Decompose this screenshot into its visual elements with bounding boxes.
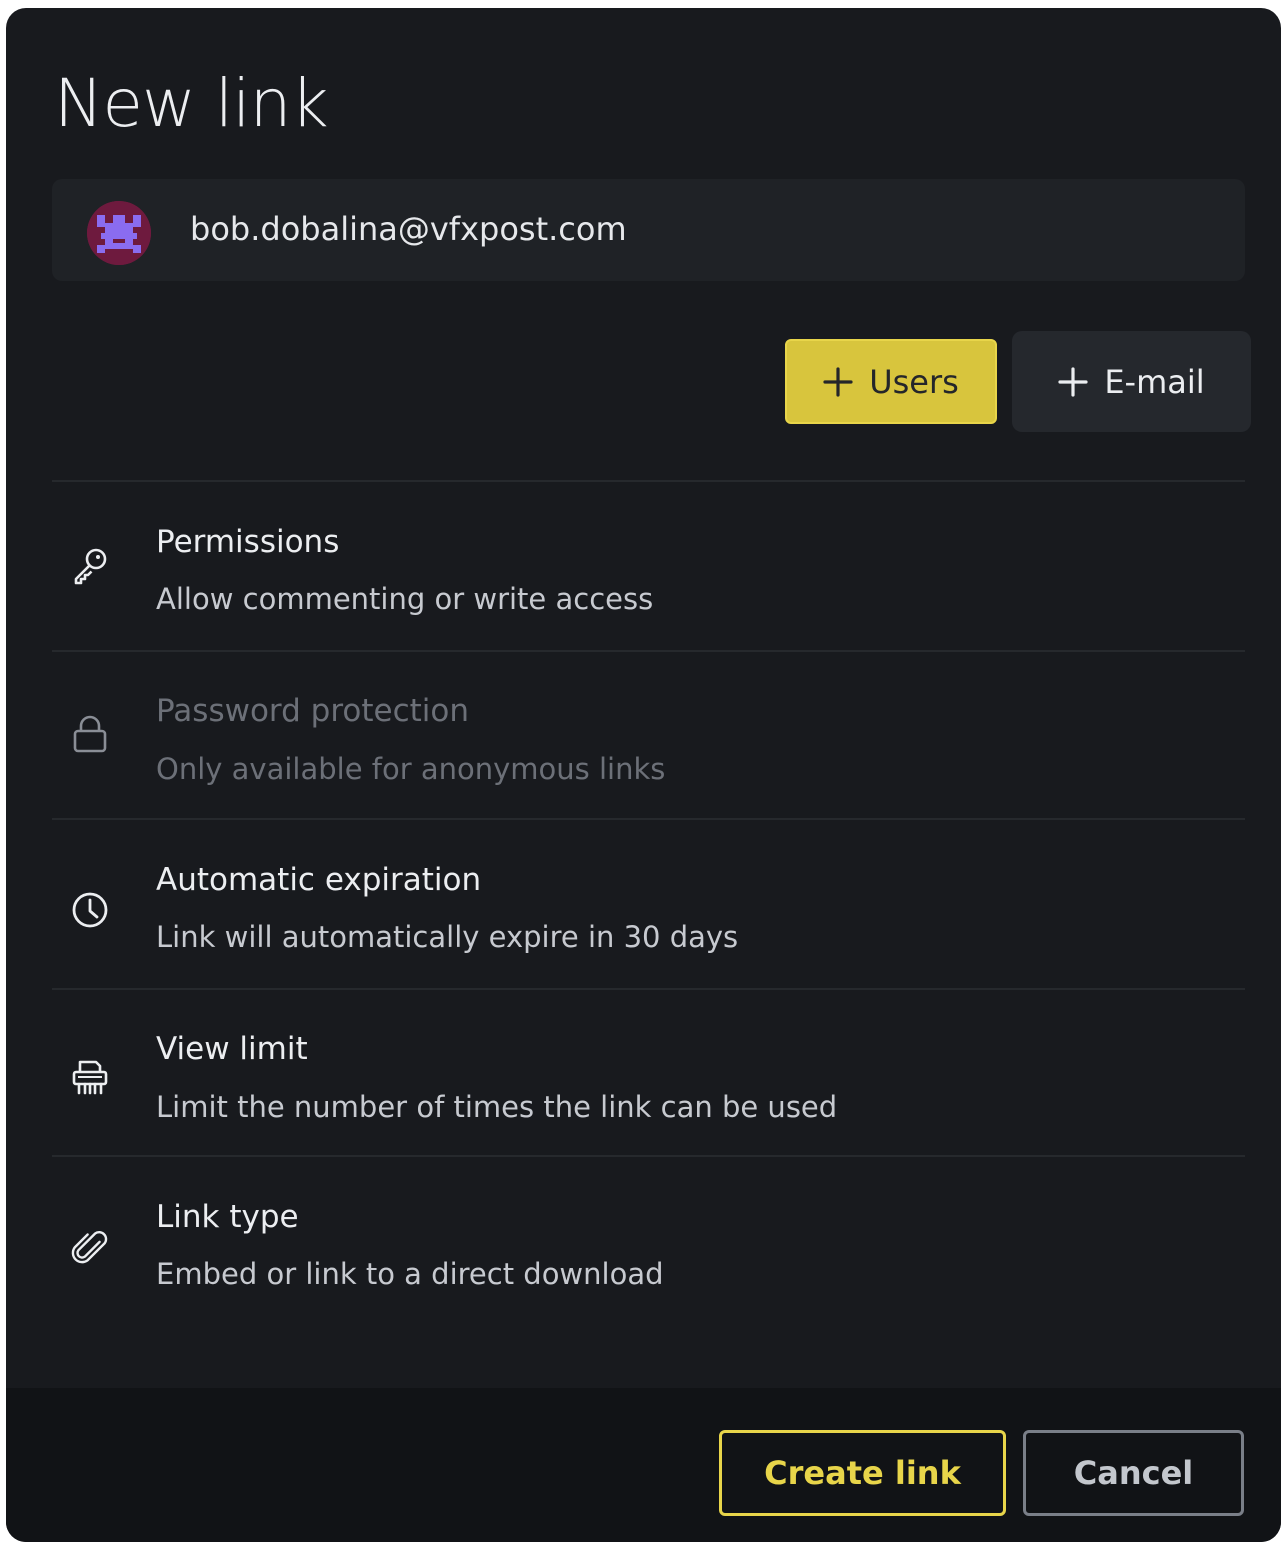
key-icon [74, 548, 107, 585]
pixel-avatar-icon [87, 201, 151, 265]
plus-icon [823, 366, 853, 397]
recipient-email: bob.dobalina@vfxpost.com [190, 210, 627, 248]
option-description: Only available for anonymous links [156, 752, 666, 786]
add-users-button[interactable]: Users [785, 339, 997, 424]
new-link-dialog: New link bob.dobalina@vfxpost.com Users [6, 8, 1281, 1542]
add-users-label: Users [869, 362, 959, 401]
avatar [87, 201, 151, 265]
add-email-label: E-mail [1104, 362, 1205, 401]
option-title: View limit [156, 1031, 308, 1067]
option-description: Allow commenting or write access [156, 582, 654, 616]
option-title: Permissions [156, 524, 340, 560]
option-description: Embed or link to a direct download [156, 1257, 664, 1291]
plus-icon [1058, 366, 1088, 397]
paperclip-icon [71, 1231, 108, 1264]
recipient-chip[interactable]: bob.dobalina@vfxpost.com [52, 179, 1245, 281]
create-link-button[interactable]: Create link [719, 1430, 1006, 1516]
option-automatic-expiration[interactable]: Automatic expiration Link will automatic… [52, 820, 1245, 988]
option-permissions[interactable]: Permissions Allow commenting or write ac… [52, 482, 1245, 650]
dialog-title: New link [54, 65, 329, 142]
option-title: Link type [156, 1199, 299, 1235]
option-title: Automatic expiration [156, 862, 482, 898]
clock-icon [72, 892, 108, 928]
option-title: Password protection [156, 693, 470, 729]
option-link-type[interactable]: Link type Embed or link to a direct down… [52, 1157, 1245, 1325]
shredder-icon [72, 1060, 108, 1095]
add-email-button[interactable]: E-mail [1012, 331, 1251, 432]
option-description: Limit the number of times the link can b… [156, 1090, 838, 1124]
cancel-button[interactable]: Cancel [1023, 1430, 1244, 1516]
option-password-protection: Password protection Only available for a… [52, 652, 1245, 820]
option-description: Link will automatically expire in 30 day… [156, 920, 739, 954]
option-view-limit[interactable]: View limit Limit the number of times the… [52, 990, 1245, 1158]
lock-icon [73, 715, 107, 753]
dialog-footer: Create link Cancel [6, 1388, 1281, 1542]
